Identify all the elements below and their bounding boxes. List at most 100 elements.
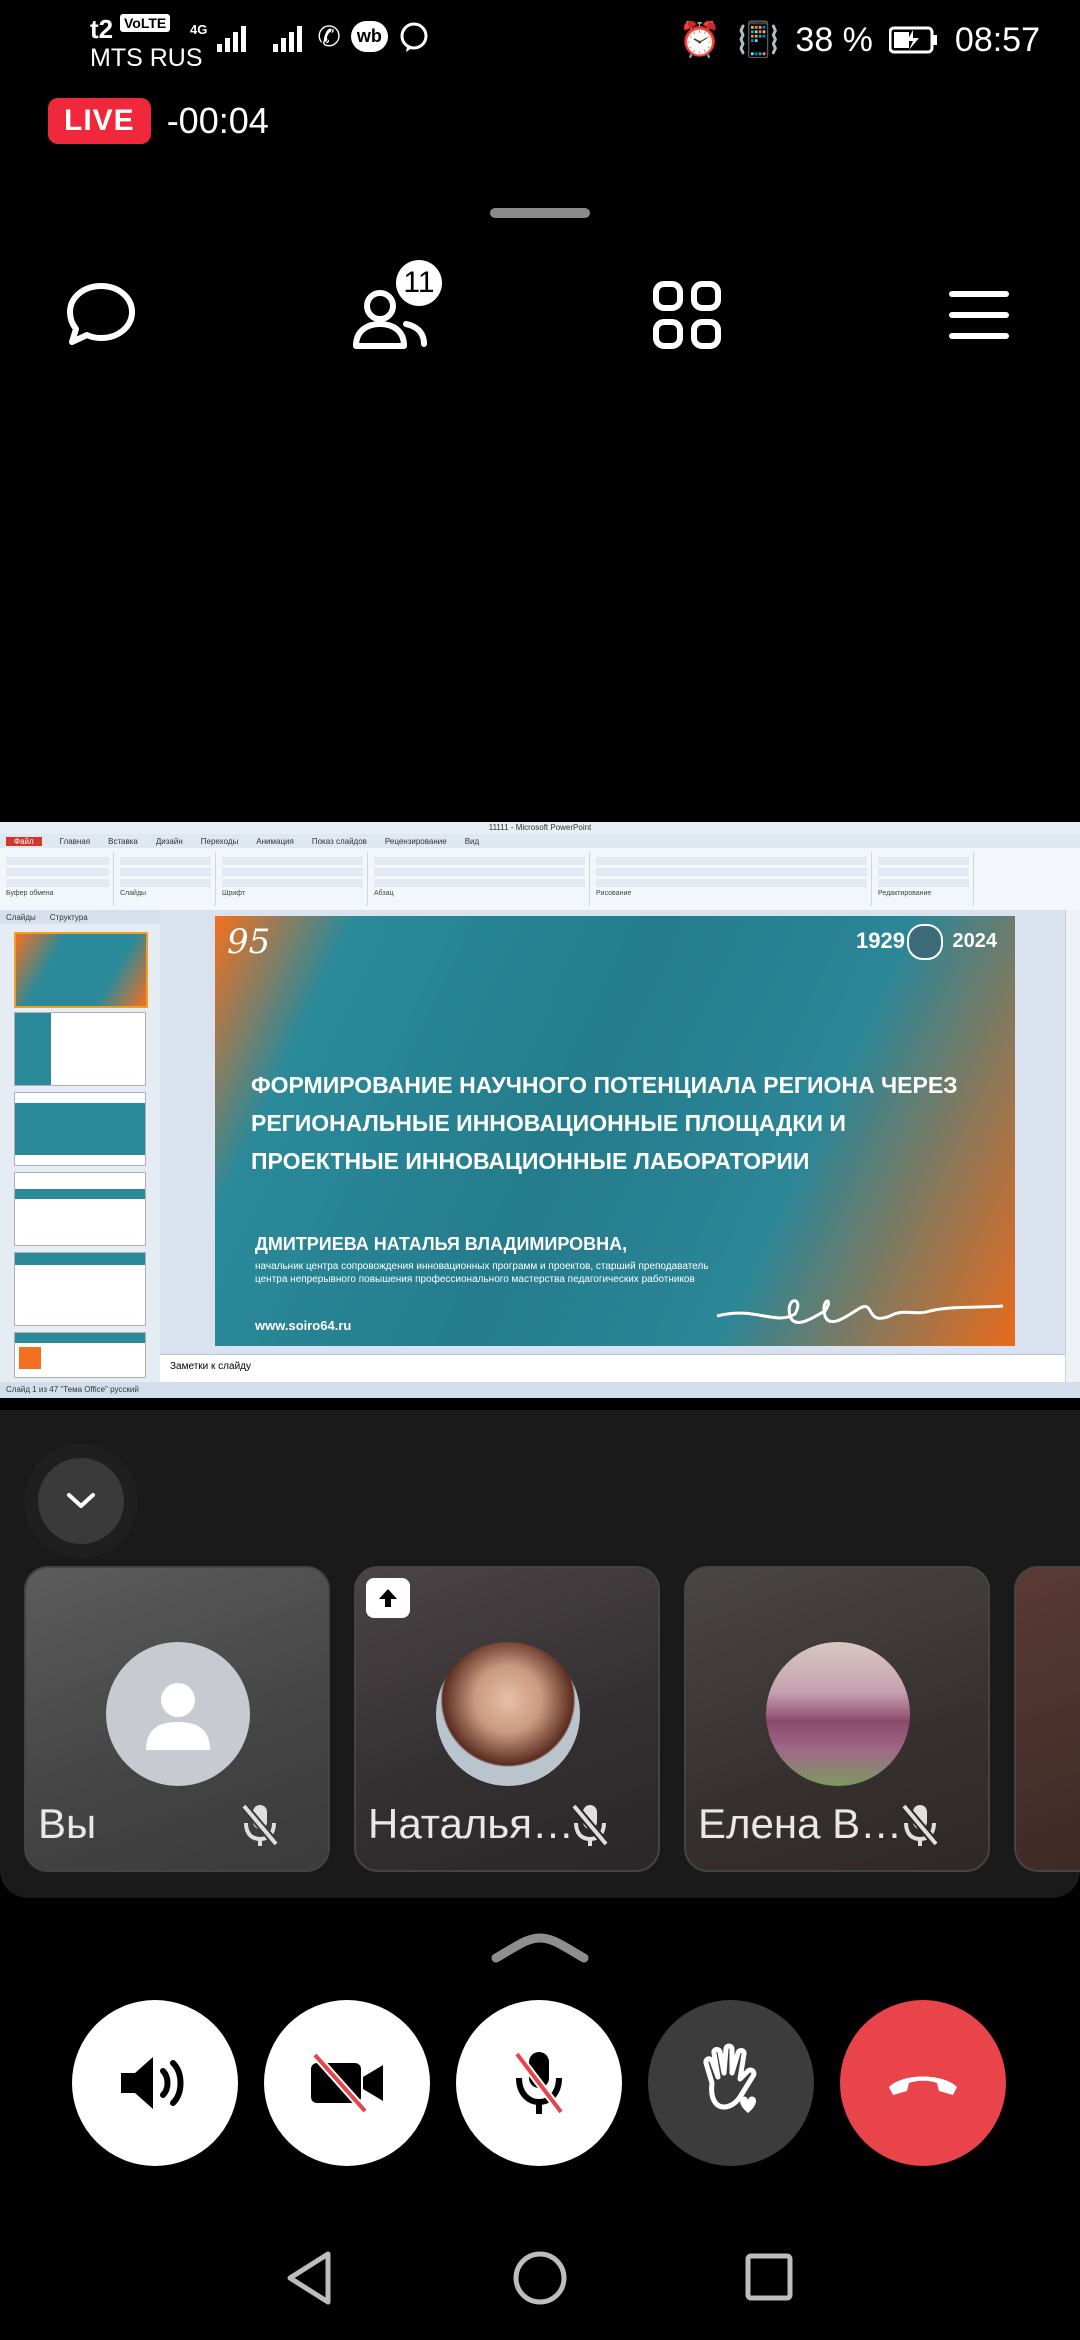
- slide-headline: ФОРМИРОВАНИЕ НАУЧНОГО ПОТЕНЦИАЛА РЕГИОНА…: [251, 1072, 958, 1174]
- wb-icon: wb: [350, 21, 388, 52]
- ppt-tab: Дизайн: [155, 836, 183, 846]
- screen-share-indicator: [366, 1578, 410, 1618]
- slide-author-role: начальник центра сопровождения инновацио…: [255, 1261, 709, 1285]
- android-nav-bar: [0, 2220, 1080, 2340]
- hand-heart-icon: [703, 2043, 757, 2113]
- mic-off-icon: [240, 1803, 280, 1847]
- user-placeholder-icon: [146, 1683, 210, 1750]
- chevron-up-icon[interactable]: [490, 1930, 590, 1964]
- signature-decoration: [716, 1299, 1004, 1324]
- call-controls: [0, 2000, 1080, 2166]
- signal-icon: [217, 25, 247, 52]
- vibrate-icon: 📳: [737, 21, 780, 59]
- recents-icon[interactable]: [744, 2252, 794, 2302]
- ppt-tab: Вид: [464, 836, 480, 846]
- battery-icon: [888, 26, 937, 54]
- participant-tile-partial[interactable]: [1014, 1566, 1080, 1872]
- participants-count-badge: 11: [396, 260, 442, 306]
- ppt-ribbon: Буфер обмена Слайды Шрифт Абзац Рисовани…: [0, 848, 1080, 911]
- ppt-scrollbar: [1065, 910, 1080, 1382]
- participant-name: Вы: [38, 1800, 97, 1847]
- signal-2-icon: [273, 25, 303, 52]
- slide-notes: Заметки к слайду: [160, 1354, 1066, 1382]
- ppt-pane-tab: Структура: [49, 912, 88, 922]
- ribbon-group-label: Абзац: [374, 890, 394, 897]
- back-icon[interactable]: [284, 2250, 334, 2306]
- ppt-pane-tab: Слайды: [6, 912, 36, 922]
- speaker-icon: [121, 2057, 184, 2109]
- arrow-up-icon: [379, 1589, 397, 1607]
- mic-off-icon: [900, 1803, 940, 1847]
- chat-icon: [67, 283, 135, 345]
- home-icon[interactable]: [512, 2250, 568, 2306]
- ppt-tab: Анимация: [256, 836, 294, 846]
- hamburger-icon: [949, 291, 1009, 339]
- ribbon-group-label: Редактирование: [878, 890, 932, 897]
- ribbon-group-label: Шрифт: [222, 890, 246, 897]
- slide-thumbnail: [14, 1172, 146, 1246]
- participant-tile[interactable]: Наталья…: [354, 1566, 660, 1872]
- ppt-editor-area: 95 1929 2024 ФОРМИРОВАНИЕ НАУЧНОГО ПОТЕН…: [160, 910, 1066, 1354]
- collapse-inner: [38, 1458, 124, 1544]
- slide-thumbnail: [14, 932, 148, 1008]
- hang-up-icon: [889, 2076, 957, 2095]
- menu-button[interactable]: [934, 270, 1024, 360]
- carrier-2: MTS RUS: [90, 44, 203, 72]
- ppt-tab: Рецензирование: [384, 836, 447, 846]
- ppt-tab: Показ слайдов: [311, 836, 367, 846]
- camera-off-icon: [311, 2052, 383, 2114]
- chevron-down-icon: [67, 1493, 95, 1508]
- participant-name: Наталья…: [368, 1800, 575, 1847]
- live-timer: -00:04: [166, 100, 269, 141]
- ppt-ribbon-tabs: Файл Главная Вставка Дизайн Переходы Ани…: [0, 834, 1080, 848]
- slide-thumbnail: [14, 1332, 146, 1378]
- ribbon-group: Шрифт: [218, 852, 368, 906]
- slide-year-left: 1929: [856, 928, 905, 953]
- ppt-window-title: 11111 - Microsoft PowerPoint: [0, 822, 1080, 834]
- live-indicator: LIVE -00:04: [48, 98, 269, 144]
- ribbon-group: Слайды: [116, 852, 216, 906]
- raise-hand-button[interactable]: [648, 2000, 814, 2166]
- participant-name: Елена В…: [698, 1800, 903, 1847]
- clock: 08:57: [954, 20, 1040, 59]
- battery-percent: 38 %: [795, 20, 873, 59]
- ribbon-group-label: Буфер обмена: [6, 890, 54, 897]
- ribbon-group-label: Слайды: [120, 890, 147, 897]
- ppt-pane-tabs: Слайды Структура: [0, 910, 160, 924]
- participants-button[interactable]: 11: [350, 260, 442, 360]
- shared-screen[interactable]: 11111 - Microsoft PowerPoint Файл Главна…: [0, 822, 1080, 1398]
- mic-off-icon: [570, 1803, 610, 1847]
- ppt-tab: Переходы: [200, 836, 239, 846]
- ppt-tab-file: Файл: [6, 836, 42, 846]
- ribbon-group: Рисование: [592, 852, 872, 906]
- speaker-button[interactable]: [72, 2000, 238, 2166]
- network-type: 4G: [190, 22, 208, 37]
- ppt-slides-pane: Слайды Структура: [0, 910, 161, 1382]
- chat-button[interactable]: [56, 270, 146, 360]
- ribbon-group-label: Рисование: [596, 890, 632, 897]
- avatar: [106, 1642, 250, 1786]
- status-bar: t2 VoLTE MTS RUS 4G ✆ wb ⏰ 📳 38 % 08:57: [0, 0, 1080, 80]
- viber-icon: [400, 22, 428, 52]
- ppt-status-bar: Слайд 1 из 47 "Тема Office" русский: [0, 1382, 1080, 1398]
- drag-handle[interactable]: [490, 208, 590, 218]
- grid-icon: [653, 281, 721, 349]
- globe-logo: [907, 924, 943, 960]
- avatar-photo: [766, 1642, 910, 1786]
- collapse-button[interactable]: [24, 1444, 138, 1558]
- slide-thumbnail: [14, 1092, 146, 1166]
- slide-website: www.soiro64.ru: [255, 1318, 352, 1333]
- mic-toggle-button[interactable]: [456, 2000, 622, 2166]
- end-call-button[interactable]: [840, 2000, 1006, 2166]
- alarm-icon: ⏰: [678, 21, 722, 59]
- status-right: ⏰ 📳 38 % 08:57: [679, 20, 1040, 60]
- camera-toggle-button[interactable]: [264, 2000, 430, 2166]
- slide-year-right: 2024: [952, 930, 998, 952]
- participant-tile[interactable]: Елена В…: [684, 1566, 990, 1872]
- ribbon-group: Буфер обмена: [2, 852, 114, 906]
- layout-grid-button[interactable]: [642, 270, 732, 360]
- volte-badge: VoLTE: [120, 14, 171, 32]
- logo-95: 95: [227, 922, 271, 962]
- participant-tile-self[interactable]: Вы: [24, 1566, 330, 1872]
- slide-author: ДМИТРИЕВА НАТАЛЬЯ ВЛАДИМИРОВНА,: [255, 1234, 628, 1254]
